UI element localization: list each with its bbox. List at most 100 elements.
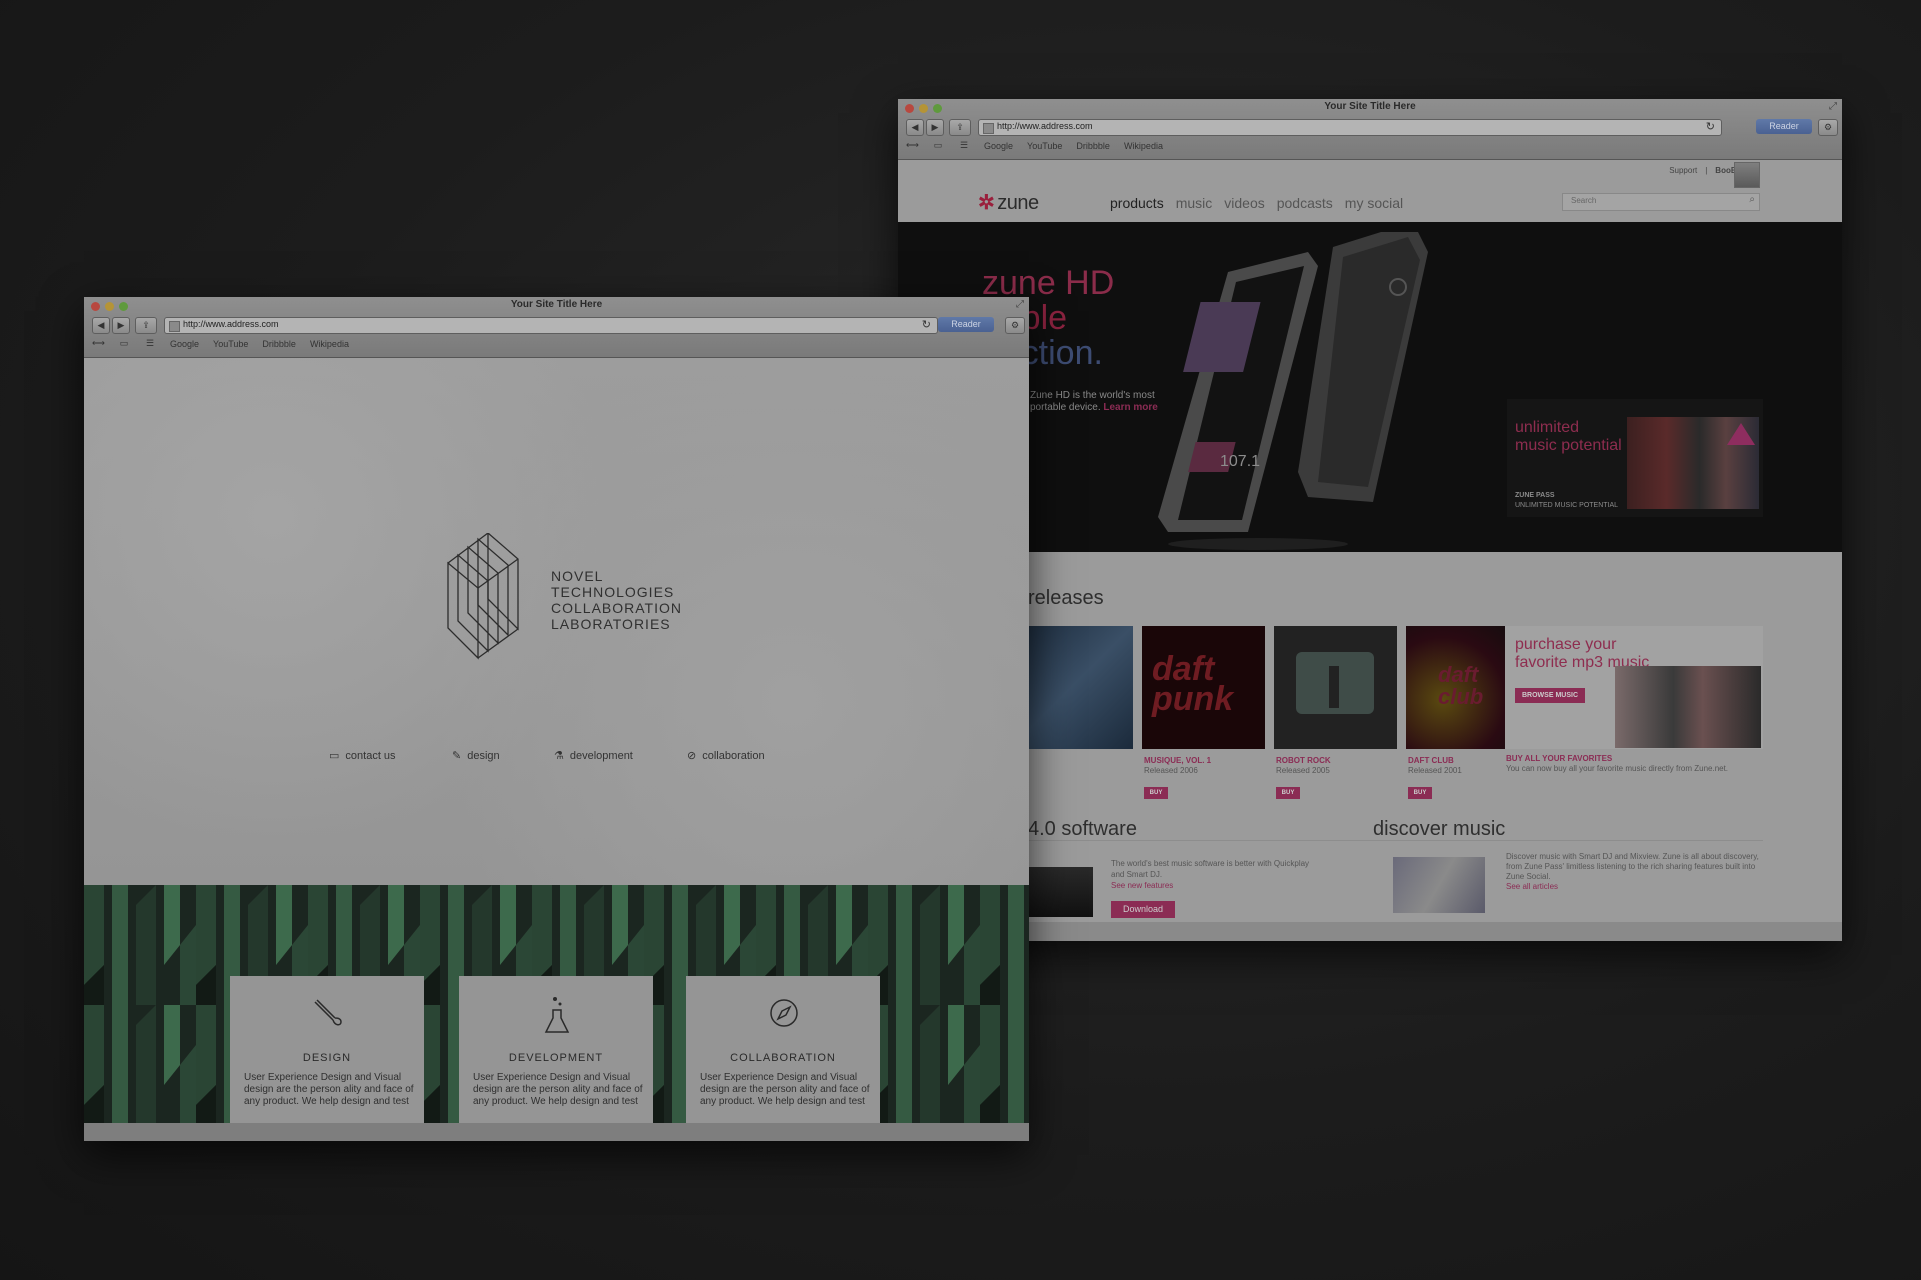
- nav-design-label: design: [467, 749, 500, 762]
- browse-music-button[interactable]: BROWSE MUSIC: [1515, 688, 1585, 703]
- nav-music[interactable]: music: [1176, 195, 1213, 211]
- collaboration-card[interactable]: COLLABORATION User Experience Design and…: [686, 976, 880, 1123]
- album-released: Released 2006: [1144, 766, 1198, 775]
- see-all-articles-link[interactable]: See all articles: [1506, 882, 1766, 892]
- album-cover-robot-rock[interactable]: [1274, 626, 1397, 749]
- share-button[interactable]: ⇪: [135, 317, 157, 334]
- nav-design[interactable]: ✎ design: [452, 749, 500, 763]
- zune-pass-triangle-icon: [1727, 423, 1755, 445]
- back-button[interactable]: ◀: [906, 119, 924, 136]
- album-title[interactable]: DAFT CLUB: [1408, 756, 1462, 766]
- album-title[interactable]: ROBOT ROCK: [1276, 756, 1331, 766]
- download-button[interactable]: Download: [1111, 901, 1175, 918]
- reload-icon[interactable]: ↻: [1706, 120, 1715, 133]
- bookmarks-book-icon[interactable]: ▭: [118, 338, 130, 349]
- browser-toolbar: Your Site Title Here ⤢ ◀ ▶ ⇪ http://www.…: [84, 297, 1029, 358]
- bookmark-wikipedia[interactable]: Wikipedia: [310, 339, 349, 349]
- daft-club-logo: daft club: [1438, 662, 1484, 709]
- minimize-button[interactable]: [105, 302, 114, 311]
- top-sites-icon[interactable]: ⟷: [906, 140, 919, 151]
- mp3-promo[interactable]: purchase your favorite mp3 music BROWSE …: [1505, 626, 1763, 749]
- bookmark-dribbble[interactable]: Dribbble: [262, 339, 296, 349]
- search-input[interactable]: Search ⌕: [1562, 193, 1760, 211]
- forward-button[interactable]: ▶: [112, 317, 130, 334]
- zune-main-nav: products music videos podcasts my social: [1110, 195, 1403, 211]
- flask-icon: ⚗: [554, 750, 564, 762]
- fullscreen-icon[interactable]: ⤢: [1016, 299, 1024, 310]
- software-body: The world's best music software is bette…: [1111, 859, 1310, 879]
- url-text: http://www.address.com: [183, 319, 279, 329]
- album-released: Released 2001: [1408, 766, 1462, 775]
- separator: |: [1705, 166, 1708, 175]
- album-label-robot-rock: ROBOT ROCK Released 2005: [1276, 756, 1331, 776]
- wordmark-line-1: NOVEL: [551, 568, 604, 584]
- window-bottom-bar: [84, 1123, 1029, 1141]
- nav-collaboration[interactable]: ⊘ collaboration: [687, 749, 765, 763]
- bookmark-wikipedia[interactable]: Wikipedia: [1124, 141, 1163, 151]
- avatar[interactable]: [1734, 162, 1760, 188]
- bookmark-google[interactable]: Google: [170, 339, 199, 349]
- nav-products[interactable]: products: [1110, 195, 1164, 211]
- buy-button[interactable]: BUY: [1276, 787, 1300, 799]
- zune-logo[interactable]: ✲ zune: [978, 190, 1039, 215]
- bookmark-youtube[interactable]: YouTube: [213, 339, 248, 349]
- reader-button[interactable]: Reader: [1756, 119, 1812, 134]
- learn-more-link[interactable]: Learn more: [1103, 402, 1157, 413]
- album-released: Released 2005: [1276, 766, 1330, 775]
- zoom-button[interactable]: [933, 104, 942, 113]
- forward-button[interactable]: ▶: [926, 119, 944, 136]
- reload-icon[interactable]: ↻: [922, 318, 931, 331]
- card-body: User Experience Design and Visual design…: [244, 1072, 414, 1107]
- close-button[interactable]: [91, 302, 100, 311]
- search-icon[interactable]: ⌕: [1749, 194, 1755, 205]
- reading-list-icon[interactable]: ☰: [144, 338, 156, 349]
- discover-text: Discover music with Smart DJ and Mixview…: [1506, 852, 1766, 892]
- nav-podcasts[interactable]: podcasts: [1277, 195, 1333, 211]
- album-cover-musique[interactable]: daft punk: [1142, 626, 1265, 749]
- address-bar[interactable]: http://www.address.com ↻: [978, 119, 1722, 136]
- settings-gear-button[interactable]: ⚙: [1818, 119, 1838, 136]
- window-bottom-bar: [898, 922, 1842, 941]
- reader-button[interactable]: Reader: [938, 317, 994, 332]
- bookmark-dribbble[interactable]: Dribbble: [1076, 141, 1110, 151]
- development-card[interactable]: DEVELOPMENT User Experience Design and V…: [459, 976, 653, 1123]
- see-new-features-link[interactable]: See new features: [1111, 880, 1321, 891]
- bookmark-youtube[interactable]: YouTube: [1027, 141, 1062, 151]
- nav-contact-us[interactable]: ▭ contact us: [329, 749, 396, 763]
- nav-contact-label: contact us: [345, 749, 396, 762]
- zune-pass-promo[interactable]: unlimited music potential ZUNE PASS UNLI…: [1507, 399, 1763, 517]
- concrete-hero: NOVEL TECHNOLOGIES COLLABORATION LABORAT…: [84, 358, 1029, 885]
- nav-development[interactable]: ⚗ development: [554, 749, 633, 763]
- compass-icon: ⊘: [687, 750, 697, 762]
- bookmark-google[interactable]: Google: [984, 141, 1013, 151]
- promo-body: You can now buy all your favorite music …: [1506, 764, 1729, 773]
- zoom-button[interactable]: [119, 302, 128, 311]
- traffic-lights: [91, 302, 128, 311]
- buy-button[interactable]: BUY: [1408, 787, 1432, 799]
- album-title[interactable]: MUSIQUE, VOL. 1: [1144, 756, 1211, 766]
- promo-heading[interactable]: BUY ALL YOUR FAVORITES: [1506, 754, 1768, 764]
- design-card[interactable]: DESIGN User Experience Design and Visual…: [230, 976, 424, 1123]
- nav-my-social[interactable]: my social: [1345, 195, 1403, 211]
- brush-icon: [314, 999, 342, 1026]
- settings-gear-button[interactable]: ⚙: [1005, 317, 1025, 334]
- support-link[interactable]: Support: [1669, 166, 1697, 175]
- zune-pass-title-line1: unlimited: [1515, 419, 1580, 436]
- top-sites-icon[interactable]: ⟷: [92, 338, 105, 349]
- reading-list-icon[interactable]: ☰: [958, 140, 970, 151]
- new-releases-heading: releases: [1028, 587, 1104, 609]
- guitar-silhouette: [1329, 666, 1339, 708]
- nav-development-label: development: [569, 749, 633, 762]
- share-button[interactable]: ⇪: [949, 119, 971, 136]
- bookmarks-book-icon[interactable]: ▭: [932, 140, 944, 151]
- section-divider: [1028, 840, 1763, 841]
- close-button[interactable]: [905, 104, 914, 113]
- fullscreen-icon[interactable]: ⤢: [1829, 101, 1837, 112]
- buy-button[interactable]: BUY: [1144, 787, 1168, 799]
- minimize-button[interactable]: [919, 104, 928, 113]
- ntcl-logo-icon[interactable]: [446, 533, 546, 663]
- window-title: Your Site Title Here: [510, 299, 603, 310]
- address-bar[interactable]: http://www.address.com ↻: [164, 317, 938, 334]
- back-button[interactable]: ◀: [92, 317, 110, 334]
- nav-videos[interactable]: videos: [1224, 195, 1264, 211]
